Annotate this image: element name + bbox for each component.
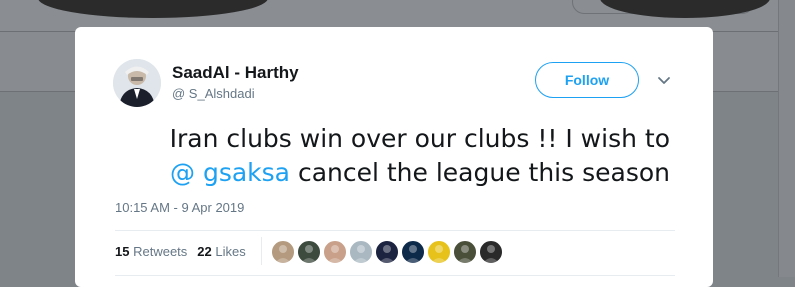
author-name[interactable]: SaadAl - Harthy: [172, 63, 299, 83]
likes-stat[interactable]: 22 Likes: [197, 244, 245, 259]
background-shape: [38, 0, 268, 18]
author-handle[interactable]: @ S_Alshdadi: [172, 86, 255, 101]
likes-count: 22: [197, 244, 212, 259]
tweet-text-line-2-rest: cancel the league this season: [290, 158, 670, 187]
divider: [115, 275, 675, 276]
retweets-stat[interactable]: 15 Retweets: [115, 244, 187, 259]
background-scrollbar: [778, 0, 795, 277]
liker-avatar-3[interactable]: [323, 240, 347, 264]
liker-avatar-6[interactable]: [401, 240, 425, 264]
profile-photo-icon: [113, 59, 161, 107]
divider: [115, 230, 675, 231]
liker-avatar-9[interactable]: [479, 240, 503, 264]
liker-avatar-2[interactable]: [297, 240, 321, 264]
tweet-stats: 15 Retweets 22 Likes: [115, 244, 246, 259]
avatar[interactable]: [113, 59, 161, 107]
liker-avatar-4[interactable]: [349, 240, 373, 264]
liker-avatar-7[interactable]: [427, 240, 451, 264]
tweet-text-line-2: @ gsaksa cancel the league this season: [115, 156, 670, 190]
retweets-label: Retweets: [133, 244, 188, 259]
liker-avatar-8[interactable]: [453, 240, 477, 264]
mention-link[interactable]: @ gsaksa: [170, 158, 290, 187]
tweet-modal: SaadAl - Harthy @ S_Alshdadi Follow Iran…: [75, 27, 713, 287]
stats-separator: [261, 237, 262, 265]
retweets-count: 15: [115, 244, 130, 259]
chevron-down-icon[interactable]: [657, 75, 671, 87]
liker-avatars: [271, 240, 505, 264]
liker-avatar-5[interactable]: [375, 240, 399, 264]
likes-label: Likes: [215, 244, 246, 259]
follow-button[interactable]: Follow: [535, 62, 639, 98]
tweet-text: Iran clubs win over our clubs !! I wish …: [115, 122, 670, 190]
tweet-text-line-1: Iran clubs win over our clubs !! I wish …: [169, 124, 670, 153]
liker-avatar-1[interactable]: [271, 240, 295, 264]
tweet-timestamp[interactable]: 10:15 AM - 9 Apr 2019: [115, 200, 244, 215]
background-shape: [600, 0, 770, 18]
